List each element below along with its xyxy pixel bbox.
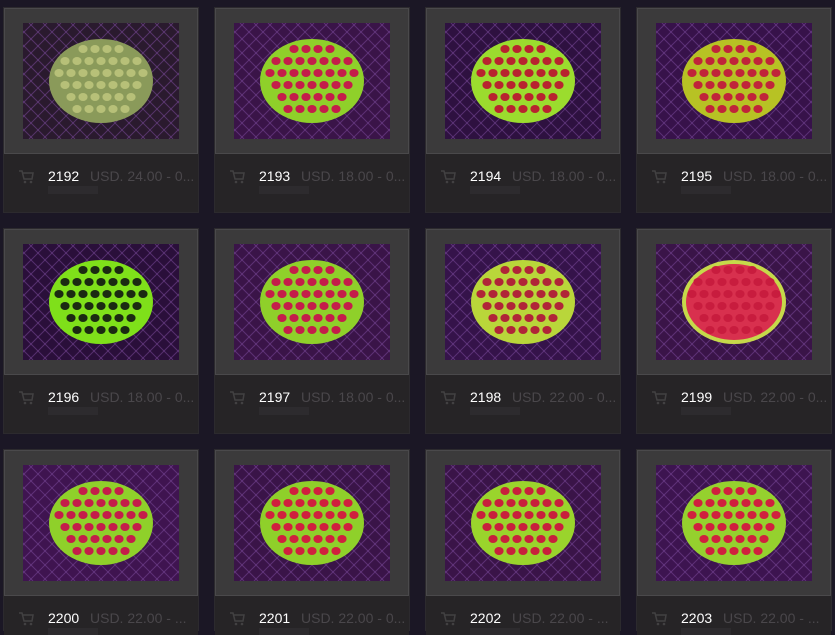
product-gallery: USD. 24.00 - 0... 2192 USD. 18.00 - 0...… xyxy=(0,0,835,635)
product-price: USD. 18.00 - 0... xyxy=(301,389,405,405)
product-subtitle-placeholder xyxy=(259,628,309,635)
product-image[interactable] xyxy=(445,244,601,360)
product-title[interactable]: 2198 xyxy=(470,389,501,405)
product-image[interactable] xyxy=(656,465,812,581)
product-title[interactable]: 2201 xyxy=(259,610,290,626)
shopping-cart-icon[interactable] xyxy=(18,391,34,405)
product-image-frame[interactable] xyxy=(4,8,198,154)
shopping-cart-icon[interactable] xyxy=(651,612,667,626)
product-price: USD. 18.00 - 0... xyxy=(512,168,616,184)
product-title[interactable]: 2197 xyxy=(259,389,290,405)
product-price: USD. 18.00 - 0... xyxy=(90,389,194,405)
product-image-frame[interactable] xyxy=(637,8,831,154)
product-title[interactable]: 2192 xyxy=(48,168,79,184)
product-footer: USD. 18.00 - 0... 2193 xyxy=(215,154,409,212)
product-image-frame[interactable] xyxy=(4,229,198,375)
product-title[interactable]: 2203 xyxy=(681,610,712,626)
shopping-cart-icon[interactable] xyxy=(651,170,667,184)
product-footer: USD. 22.00 - ... 2202 xyxy=(426,596,620,635)
product-price: USD. 22.00 - 0... xyxy=(512,389,616,405)
product-footer: USD. 22.00 - ... 2200 xyxy=(4,596,198,635)
product-card[interactable]: USD. 18.00 - 0... 2196 xyxy=(3,228,199,434)
product-card[interactable]: USD. 18.00 - 0... 2195 xyxy=(636,7,832,213)
product-price: USD. 22.00 - 0... xyxy=(723,389,827,405)
product-subtitle-placeholder xyxy=(259,186,309,194)
shopping-cart-icon[interactable] xyxy=(440,170,456,184)
product-image-frame[interactable] xyxy=(4,450,198,596)
product-image-frame[interactable] xyxy=(215,450,409,596)
product-title[interactable]: 2195 xyxy=(681,168,712,184)
product-subtitle-placeholder xyxy=(48,186,98,194)
product-card[interactable]: USD. 22.00 - 0... 2201 xyxy=(214,449,410,635)
product-card[interactable]: USD. 24.00 - 0... 2192 xyxy=(3,7,199,213)
product-subtitle-placeholder xyxy=(470,186,520,194)
product-subtitle-placeholder xyxy=(48,628,98,635)
product-image[interactable] xyxy=(234,465,390,581)
product-price: USD. 24.00 - 0... xyxy=(90,168,194,184)
product-image-frame[interactable] xyxy=(426,229,620,375)
product-price: USD. 18.00 - 0... xyxy=(301,168,405,184)
product-card[interactable]: USD. 18.00 - 0... 2194 xyxy=(425,7,621,213)
product-subtitle-placeholder xyxy=(470,628,520,635)
product-title[interactable]: 2200 xyxy=(48,610,79,626)
product-image[interactable] xyxy=(656,244,812,360)
product-footer: USD. 18.00 - 0... 2197 xyxy=(215,375,409,433)
product-subtitle-placeholder xyxy=(681,628,731,635)
product-price: USD. 18.00 - 0... xyxy=(723,168,827,184)
product-footer: USD. 18.00 - 0... 2196 xyxy=(4,375,198,433)
product-card[interactable]: USD. 18.00 - 0... 2197 xyxy=(214,228,410,434)
product-footer: USD. 18.00 - 0... 2195 xyxy=(637,154,831,212)
product-footer: USD. 18.00 - 0... 2194 xyxy=(426,154,620,212)
product-image-frame[interactable] xyxy=(426,8,620,154)
product-price: USD. 22.00 - 0... xyxy=(301,610,405,626)
product-footer: USD. 22.00 - ... 2203 xyxy=(637,596,831,635)
product-image-frame[interactable] xyxy=(215,229,409,375)
product-image[interactable] xyxy=(23,244,179,360)
product-title[interactable]: 2194 xyxy=(470,168,501,184)
product-image[interactable] xyxy=(656,23,812,139)
shopping-cart-icon[interactable] xyxy=(18,612,34,626)
shopping-cart-icon[interactable] xyxy=(440,612,456,626)
product-card[interactable]: USD. 22.00 - 0... 2199 xyxy=(636,228,832,434)
product-title[interactable]: 2193 xyxy=(259,168,290,184)
product-subtitle-placeholder xyxy=(681,186,731,194)
product-card[interactable]: USD. 22.00 - 0... 2198 xyxy=(425,228,621,434)
product-image-frame[interactable] xyxy=(637,229,831,375)
product-card[interactable]: USD. 22.00 - ... 2202 xyxy=(425,449,621,635)
product-footer: USD. 22.00 - 0... 2199 xyxy=(637,375,831,433)
product-footer: USD. 22.00 - 0... 2198 xyxy=(426,375,620,433)
product-card[interactable]: USD. 22.00 - ... 2200 xyxy=(3,449,199,635)
product-footer: USD. 24.00 - 0... 2192 xyxy=(4,154,198,212)
product-image-frame[interactable] xyxy=(215,8,409,154)
shopping-cart-icon[interactable] xyxy=(651,391,667,405)
product-image[interactable] xyxy=(23,23,179,139)
shopping-cart-icon[interactable] xyxy=(229,391,245,405)
product-image-frame[interactable] xyxy=(637,450,831,596)
shopping-cart-icon[interactable] xyxy=(229,170,245,184)
product-title[interactable]: 2196 xyxy=(48,389,79,405)
product-price: USD. 22.00 - ... xyxy=(723,610,820,626)
product-image[interactable] xyxy=(445,23,601,139)
product-image[interactable] xyxy=(234,244,390,360)
product-image[interactable] xyxy=(234,23,390,139)
product-subtitle-placeholder xyxy=(681,407,731,415)
shopping-cart-icon[interactable] xyxy=(18,170,34,184)
product-price: USD. 22.00 - ... xyxy=(90,610,187,626)
product-footer: USD. 22.00 - 0... 2201 xyxy=(215,596,409,635)
product-subtitle-placeholder xyxy=(470,407,520,415)
product-price: USD. 22.00 - ... xyxy=(512,610,609,626)
shopping-cart-icon[interactable] xyxy=(440,391,456,405)
shopping-cart-icon[interactable] xyxy=(229,612,245,626)
product-image[interactable] xyxy=(23,465,179,581)
product-subtitle-placeholder xyxy=(259,407,309,415)
product-card[interactable]: USD. 18.00 - 0... 2193 xyxy=(214,7,410,213)
product-subtitle-placeholder xyxy=(48,407,98,415)
product-title[interactable]: 2202 xyxy=(470,610,501,626)
product-image-frame[interactable] xyxy=(426,450,620,596)
product-title[interactable]: 2199 xyxy=(681,389,712,405)
product-card[interactable]: USD. 22.00 - ... 2203 xyxy=(636,449,832,635)
product-image[interactable] xyxy=(445,465,601,581)
